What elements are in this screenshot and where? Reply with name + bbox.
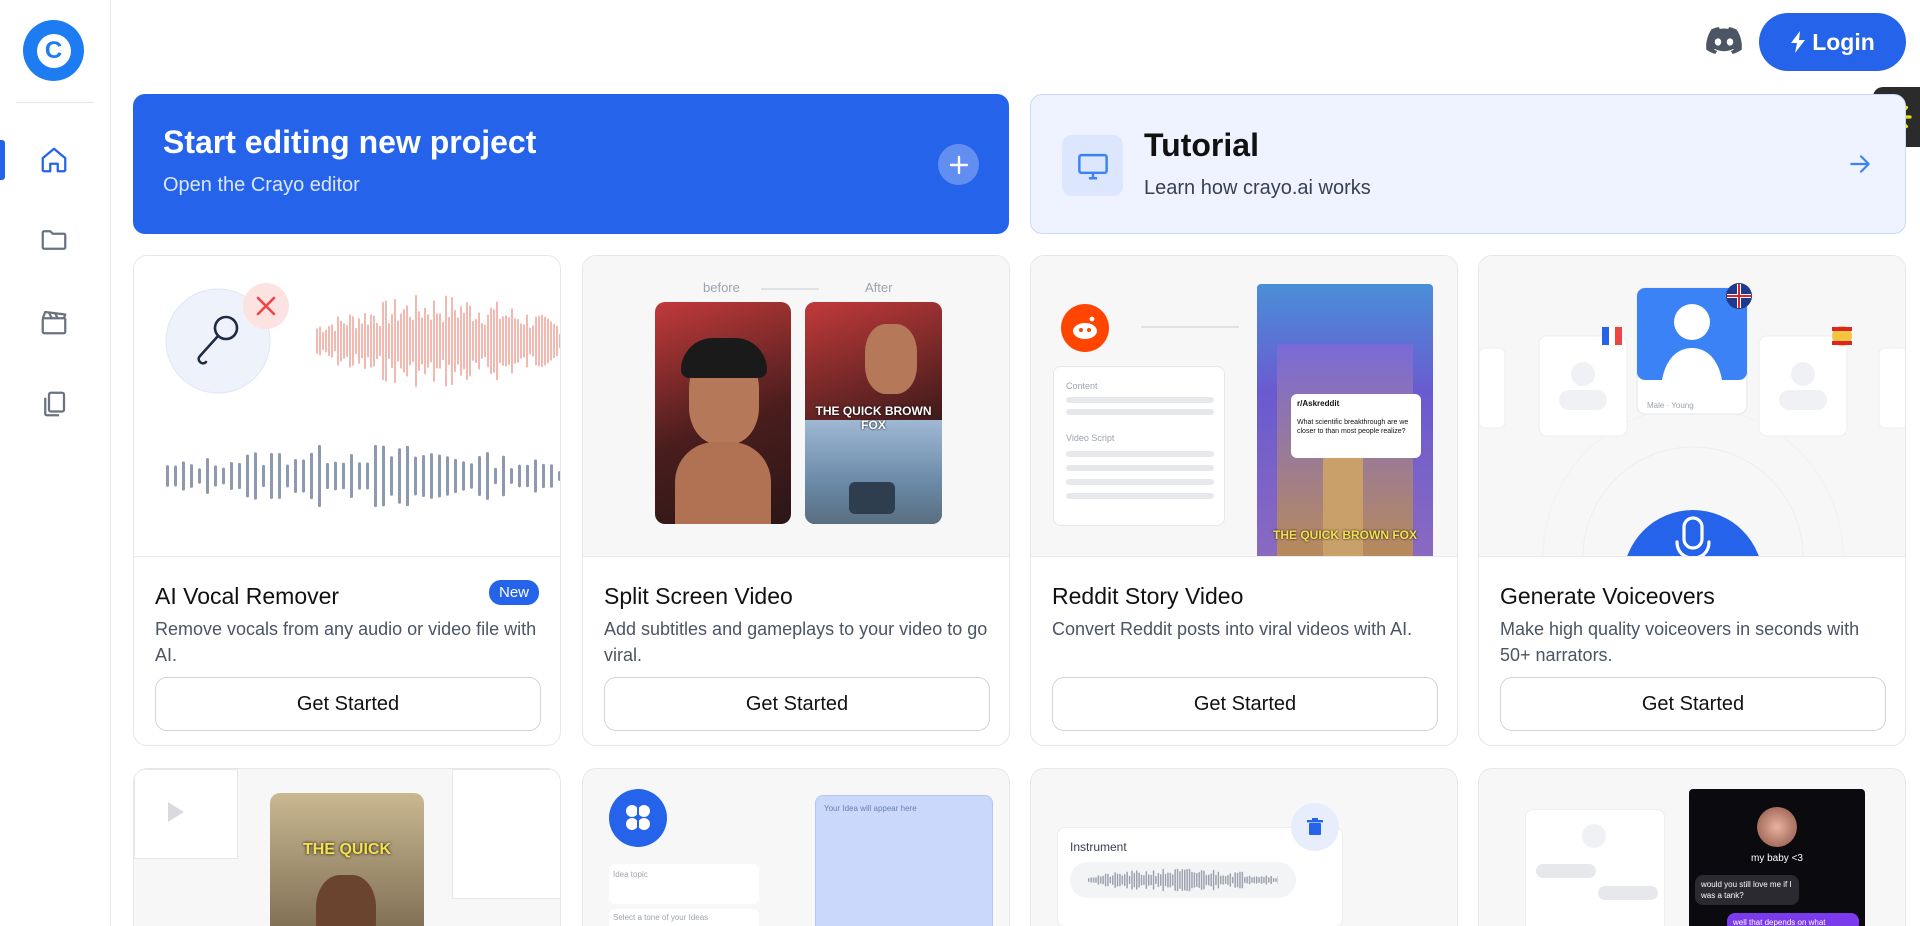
feature-card-vocal-remover: AI Vocal Remover New Remove vocals from … — [133, 255, 561, 746]
chat-phone-preview: my baby <3 would you still love me if I … — [1689, 789, 1865, 926]
before-label: before — [703, 280, 740, 295]
after-label: After — [865, 280, 893, 295]
feature-description: Convert Reddit posts into viral videos w… — [1052, 619, 1413, 639]
lightning-icon — [1791, 31, 1806, 53]
content-label: Content — [1066, 381, 1098, 391]
feature-description: Make high quality voiceovers in seconds … — [1500, 619, 1860, 665]
video-script-label: Video Script — [1066, 433, 1115, 443]
get-started-button[interactable]: Get Started — [1500, 677, 1886, 731]
video-thumbnail: THE QUICK — [270, 793, 424, 926]
feature-card-split-screen: before After THE QUICK BROWN FOX Split S… — [582, 255, 1010, 746]
start-card-title: Start editing new project — [163, 124, 537, 160]
get-started-button[interactable]: Get Started — [155, 677, 541, 731]
after-caption: THE QUICK BROWN FOX — [815, 404, 932, 432]
new-badge: New — [489, 580, 540, 605]
tutorial-title: Tutorial — [1144, 127, 1259, 163]
clapperboard-icon — [41, 310, 67, 335]
reddit-post-text: What scientific breakthrough are we clos… — [1297, 419, 1409, 435]
split-screen-preview: before After THE QUICK BROWN FOX — [583, 256, 1009, 557]
sidebar-item-templates[interactable] — [30, 380, 78, 428]
get-started-button[interactable]: Get Started — [604, 677, 990, 731]
idea-tone-label: Select a tone of your Ideas — [613, 913, 709, 922]
feature-title: AI Vocal Remover — [155, 583, 340, 609]
login-label: Login — [1812, 28, 1875, 55]
video-caption: THE QUICK — [303, 841, 391, 858]
reddit-icon — [1061, 304, 1109, 352]
trash-icon[interactable] — [1291, 803, 1339, 851]
reddit-story-preview: Content Video Script r/Askreddit What sc… — [1031, 256, 1457, 557]
instrument-label: Instrument — [1070, 840, 1127, 854]
start-card-subtitle: Open the Crayo editor — [163, 174, 360, 196]
feature-title: Reddit Story Video — [1052, 583, 1244, 609]
arrow-right-icon — [1847, 151, 1873, 182]
sidebar-divider — [16, 102, 94, 103]
home-icon — [41, 147, 67, 173]
sidebar-item-projects[interactable] — [30, 216, 78, 264]
feature-title: Generate Voiceovers — [1500, 583, 1715, 609]
active-indicator — [0, 140, 5, 180]
login-button[interactable]: Login — [1759, 13, 1906, 71]
feature-card-reddit-story: Content Video Script r/Askreddit What sc… — [1030, 255, 1458, 746]
tutorial-card[interactable]: Tutorial Learn how crayo.ai works — [1030, 94, 1906, 234]
folder-icon — [41, 230, 67, 250]
feature-description: Remove vocals from any audio or video fi… — [155, 619, 537, 665]
before-video-thumbnail — [655, 302, 791, 524]
vocal-remover-preview — [134, 256, 560, 557]
play-icon — [168, 802, 184, 822]
chat-message-sent: well that depends on what — [1727, 913, 1859, 926]
sidebar: C — [0, 0, 111, 926]
chat-message-received: would you still love me if I was a tank? — [1695, 875, 1799, 905]
idea-topic-label: Idea topic — [613, 870, 648, 879]
after-video-thumbnail: THE QUICK BROWN FOX — [805, 302, 942, 524]
idea-placeholder: Your Idea will appear here — [824, 804, 917, 813]
discord-icon[interactable] — [1706, 26, 1742, 56]
get-started-button[interactable]: Get Started — [1052, 677, 1438, 731]
chat-contact-name: my baby <3 — [1751, 853, 1803, 864]
feature-card-preview-7: Instrument — [1030, 768, 1458, 926]
feature-card-preview-6: Idea topic Select a tone of your Ideas Y… — [582, 768, 1010, 926]
voiceovers-preview: Male · Young — [1479, 256, 1905, 557]
sidebar-item-home[interactable] — [30, 136, 78, 184]
gameplay-thumbnail: r/Askreddit What scientific breakthrough… — [1257, 284, 1433, 556]
sidebar-item-videos[interactable] — [30, 298, 78, 346]
subreddit-name: r/Askreddit — [1297, 399, 1340, 408]
monitor-icon — [1062, 135, 1123, 196]
crayo-logo-icon[interactable]: C — [23, 20, 84, 81]
copy-icon — [44, 391, 66, 417]
brain-icon — [609, 789, 667, 847]
feature-title: Split Screen Video — [604, 583, 793, 609]
feature-card-voiceovers: Male · Young Generate Voiceovers Make hi… — [1478, 255, 1906, 746]
plus-icon[interactable] — [938, 144, 979, 185]
feature-card-preview-5: THE QUICK — [133, 768, 561, 926]
instrument-waveform — [1088, 868, 1278, 892]
voice-meta: Male · Young — [1647, 401, 1694, 410]
script-form: Content Video Script — [1053, 366, 1225, 526]
feature-card-preview-8: my baby <3 would you still love me if I … — [1478, 768, 1906, 926]
gameplay-caption: THE QUICK BROWN FOX — [1273, 528, 1417, 542]
tutorial-subtitle: Learn how crayo.ai works — [1144, 177, 1371, 199]
feature-description: Add subtitles and gameplays to your vide… — [604, 619, 988, 665]
start-new-project-card[interactable]: Start editing new project Open the Crayo… — [133, 94, 1009, 234]
